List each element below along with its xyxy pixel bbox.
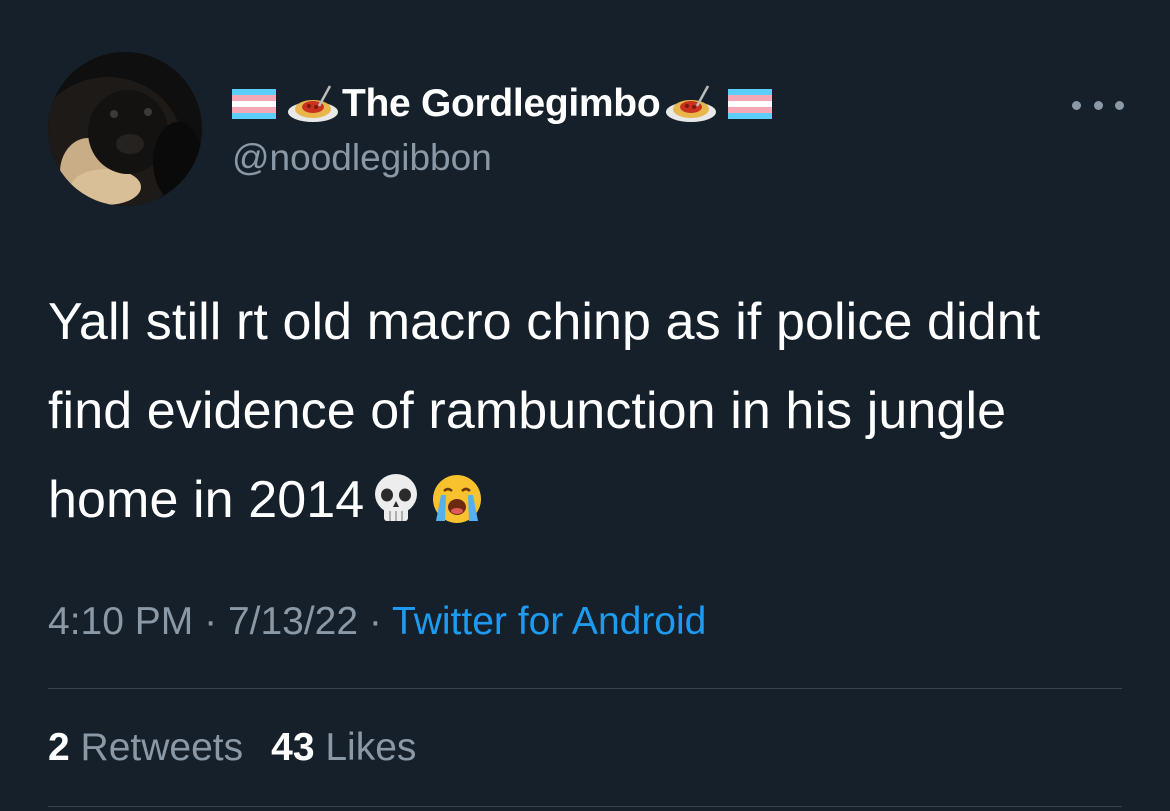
- tweet-card: The Gordlegimbo @noodlegibbon Yall still…: [0, 0, 1170, 811]
- tweet-stats: 2 Retweets 43 Likes: [48, 726, 416, 770]
- tweet-text: Yall still rt old macro chinp as if poli…: [48, 293, 1041, 529]
- meta-separator: ·: [368, 600, 382, 643]
- gibbon-avatar-image: [48, 52, 202, 206]
- likes-count: 43: [271, 726, 315, 769]
- author-handle[interactable]: @noodlegibbon: [232, 137, 492, 179]
- avatar[interactable]: [48, 52, 202, 206]
- spaghetti-icon: [666, 85, 717, 122]
- author-display-name[interactable]: The Gordlegimbo: [342, 82, 661, 126]
- divider: [48, 688, 1122, 689]
- more-options-icon[interactable]: [1072, 98, 1124, 112]
- author-name-row[interactable]: The Gordlegimbo: [232, 78, 773, 130]
- likes-stat[interactable]: 43 Likes: [271, 726, 416, 769]
- tweet-date[interactable]: 7/13/22: [228, 600, 358, 643]
- likes-label: Likes: [325, 726, 417, 769]
- meta-separator: ·: [204, 600, 218, 643]
- more-dot: [1093, 100, 1103, 110]
- divider: [48, 806, 1122, 807]
- retweets-stat[interactable]: 2 Retweets: [48, 726, 243, 769]
- transgender-flag-icon: [232, 89, 276, 119]
- tweet-source-link[interactable]: Twitter for Android: [392, 600, 706, 643]
- tweet-body: Yall still rt old macro chinp as if poli…: [48, 278, 1128, 553]
- skull-icon: [372, 464, 420, 553]
- more-dot: [1115, 100, 1124, 110]
- loudly-crying-face-icon: [428, 464, 486, 553]
- retweets-count: 2: [48, 726, 70, 769]
- spaghetti-icon: [288, 85, 338, 122]
- transgender-flag-icon: [728, 89, 773, 119]
- more-dot: [1072, 100, 1081, 110]
- tweet-time[interactable]: 4:10 PM: [48, 600, 193, 643]
- retweets-label: Retweets: [80, 726, 244, 769]
- tweet-meta: 4:10 PM · 7/13/22 · Twitter for Android: [48, 600, 706, 644]
